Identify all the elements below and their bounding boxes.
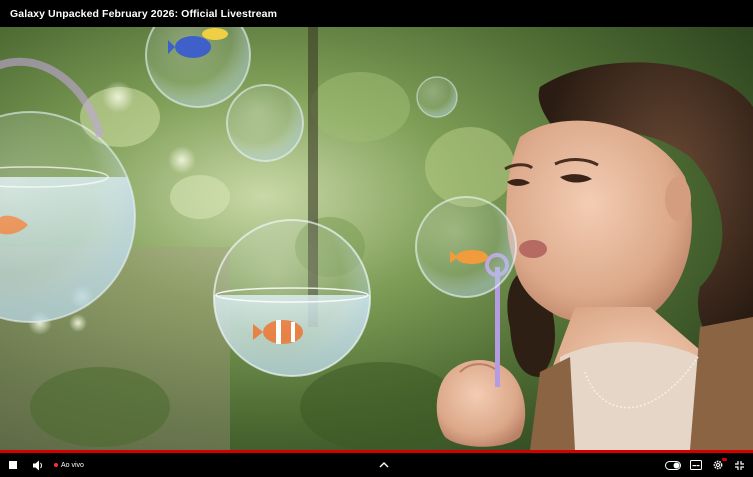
video-content xyxy=(0,27,753,450)
volume-icon[interactable] xyxy=(32,453,44,477)
live-label: Ao vivo xyxy=(61,461,84,469)
stop-icon[interactable] xyxy=(8,453,18,477)
hd-badge xyxy=(722,458,727,461)
captions-icon[interactable] xyxy=(690,453,702,477)
title-bar: Galaxy Unpacked February 2026: Official … xyxy=(0,0,753,27)
video-frame[interactable] xyxy=(0,27,753,450)
live-badge: Ao vivo xyxy=(54,462,84,469)
chevron-up-icon[interactable] xyxy=(379,453,389,477)
control-bar: Ao vivo xyxy=(0,453,753,477)
video-title: Galaxy Unpacked February 2026: Official … xyxy=(10,7,278,20)
exit-fullscreen-icon[interactable] xyxy=(734,453,745,477)
video-player: Galaxy Unpacked February 2026: Official … xyxy=(0,0,753,477)
settings-icon[interactable] xyxy=(712,453,727,477)
autoplay-toggle-icon[interactable] xyxy=(665,453,681,477)
live-indicator-dot xyxy=(54,463,58,467)
